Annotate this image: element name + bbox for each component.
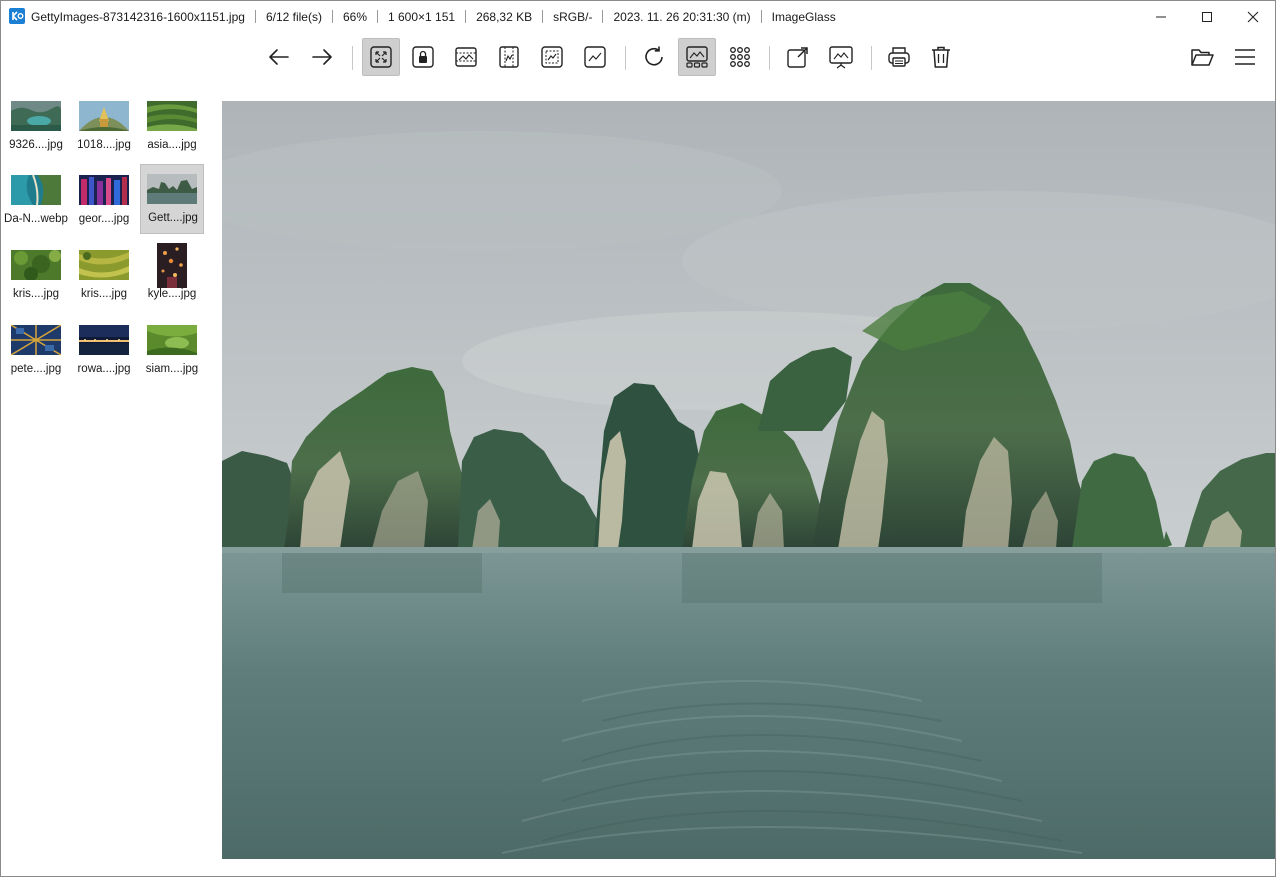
- title-dimensions: 1 600×1 151: [388, 9, 456, 24]
- title-info: GettyImages-873142316-1600x1151.jpg 6/12…: [31, 1, 846, 32]
- lock-zoom-icon: [412, 46, 434, 68]
- thumbnail-image: [157, 243, 187, 288]
- thumbnail-label: kris....jpg: [80, 288, 127, 300]
- title-file-size: 268,32 KB: [476, 9, 533, 24]
- scale-to-fill-button[interactable]: [576, 38, 614, 76]
- fullscreen-button[interactable]: [779, 38, 817, 76]
- fullscreen-icon: [787, 47, 808, 68]
- thumbnail-item[interactable]: kris....jpg: [4, 243, 68, 313]
- scale-to-fit-icon: [541, 46, 563, 68]
- thumbnail-gallery: 9326....jpg 1018....jpg asia....jpg Da-N…: [1, 94, 213, 394]
- thumbnail-label: geor....jpg: [78, 213, 130, 225]
- thumbnail-label: kyle....jpg: [147, 288, 197, 300]
- thumbnail-label: 1018....jpg: [77, 139, 131, 151]
- arrow-right-icon: [312, 49, 332, 65]
- title-bar[interactable]: GettyImages-873142316-1600x1151.jpg 6/12…: [1, 1, 1275, 32]
- imageglass-window: GettyImages-873142316-1600x1151.jpg 6/12…: [0, 0, 1276, 877]
- gallery-icon: [686, 46, 708, 68]
- thumbnail-item[interactable]: asia....jpg: [140, 94, 204, 164]
- slideshow-button[interactable]: [822, 38, 860, 76]
- thumbnail-label: siam....jpg: [145, 363, 199, 375]
- previous-image-button[interactable]: [260, 38, 298, 76]
- image-viewer[interactable]: [222, 101, 1275, 859]
- slideshow-icon: [829, 46, 853, 69]
- thumbnail-image: [11, 101, 61, 131]
- thumbnail-item[interactable]: 1018....jpg: [72, 94, 136, 164]
- thumbnail-image: [147, 101, 197, 131]
- menu-icon: [1235, 49, 1255, 65]
- maximize-button[interactable]: [1184, 1, 1230, 32]
- title-file-index: 6/12 file(s): [265, 9, 322, 24]
- scale-to-width-button[interactable]: [447, 38, 485, 76]
- next-image-button[interactable]: [303, 38, 341, 76]
- arrow-left-icon: [269, 49, 289, 65]
- toolbar-separator: [625, 46, 626, 70]
- scale-to-fill-icon: [584, 46, 606, 68]
- thumbnail-item[interactable]: rowa....jpg: [72, 318, 136, 388]
- refresh-button[interactable]: [635, 38, 673, 76]
- toolbar-separator: [769, 46, 770, 70]
- checkerboard-icon: [730, 47, 750, 67]
- close-button[interactable]: [1230, 1, 1275, 32]
- thumbnail-item-selected[interactable]: Gett....jpg: [140, 164, 204, 234]
- thumbnail-label: pete....jpg: [10, 363, 62, 375]
- scale-to-height-icon: [499, 46, 519, 68]
- title-app-name: ImageGlass: [771, 9, 836, 24]
- close-icon: [1247, 11, 1259, 22]
- toggle-checkerboard-button[interactable]: [721, 38, 759, 76]
- print-icon: [888, 47, 910, 67]
- thumbnail-image: [11, 175, 61, 205]
- thumbnail-image: [11, 325, 61, 355]
- toolbar: [1, 32, 1275, 82]
- thumbnail-item[interactable]: kyle....jpg: [140, 243, 204, 313]
- thumbnail-image: [79, 250, 129, 280]
- delete-icon: [932, 46, 950, 68]
- main-image: [222, 101, 1275, 859]
- open-file-button[interactable]: [1183, 38, 1221, 76]
- thumbnail-item[interactable]: Da-N...webp: [4, 168, 68, 238]
- scale-to-width-icon: [455, 47, 477, 67]
- thumbnail-item[interactable]: 9326....jpg: [4, 94, 68, 164]
- thumbnail-item[interactable]: geor....jpg: [72, 168, 136, 238]
- thumbnail-image: [147, 325, 197, 355]
- thumbnail-item[interactable]: siam....jpg: [140, 318, 204, 388]
- thumbnail-label: kris....jpg: [12, 288, 59, 300]
- minimize-icon: [1156, 16, 1166, 17]
- toolbar-separator: [871, 46, 872, 70]
- title-zoom: 66%: [342, 9, 367, 24]
- title-color-profile: sRGB/-: [553, 9, 593, 24]
- thumbnail-image: [79, 101, 129, 131]
- lock-zoom-button[interactable]: [404, 38, 442, 76]
- title-datetime: 2023. 11. 26 20:31:30 (m): [613, 9, 751, 24]
- delete-button[interactable]: [922, 38, 960, 76]
- toolbar-separator: [352, 46, 353, 70]
- main-menu-button[interactable]: [1226, 38, 1264, 76]
- thumbnail-item[interactable]: pete....jpg: [4, 318, 68, 388]
- thumbnail-image: [147, 174, 197, 204]
- zoom-auto-button[interactable]: [362, 38, 400, 76]
- scale-to-fit-button[interactable]: [533, 38, 571, 76]
- refresh-icon: [645, 46, 663, 66]
- thumbnail-label: asia....jpg: [147, 139, 197, 151]
- imageglass-app-icon: [9, 8, 25, 24]
- thumbnail-image: [79, 175, 129, 205]
- thumbnail-image: [79, 325, 129, 355]
- minimize-button[interactable]: [1138, 1, 1184, 32]
- thumbnail-label: rowa....jpg: [77, 363, 131, 375]
- toggle-gallery-button[interactable]: [678, 38, 716, 76]
- thumbnail-label: Da-N...webp: [4, 213, 68, 225]
- thumbnail-image: [11, 250, 61, 280]
- zoom-auto-icon: [370, 46, 392, 68]
- scale-to-height-button[interactable]: [490, 38, 528, 76]
- open-file-icon: [1191, 49, 1214, 66]
- title-filename: GettyImages-873142316-1600x1151.jpg: [31, 9, 245, 24]
- thumbnail-label: Gett....jpg: [148, 212, 198, 224]
- thumbnail-label: 9326....jpg: [9, 139, 63, 151]
- print-button[interactable]: [880, 38, 918, 76]
- maximize-icon: [1202, 11, 1212, 22]
- thumbnail-item[interactable]: kris....jpg: [72, 243, 136, 313]
